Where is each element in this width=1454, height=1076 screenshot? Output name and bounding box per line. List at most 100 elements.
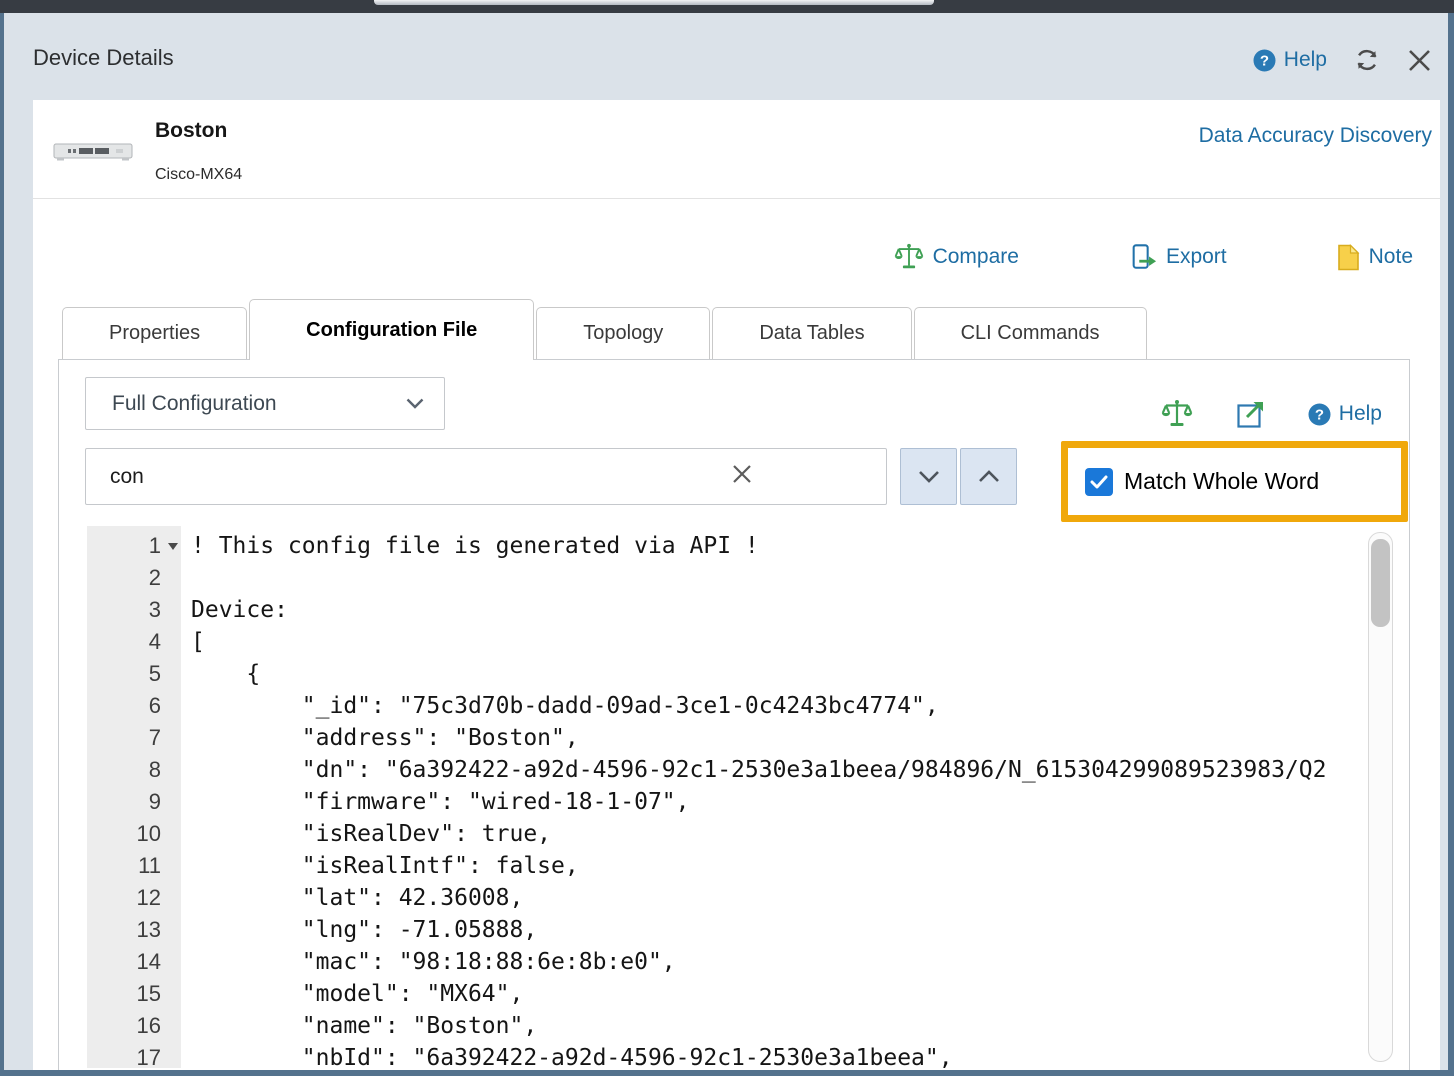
- note-icon: [1337, 244, 1360, 271]
- note-button[interactable]: Note: [1337, 244, 1413, 271]
- config-code-viewer: 1! This config file is generated via API…: [87, 526, 1393, 1068]
- line-number: 10: [87, 818, 181, 850]
- scrollbar-thumb[interactable]: [1371, 539, 1390, 627]
- match-whole-word-label: Match Whole Word: [1124, 468, 1319, 495]
- line-number: 14: [87, 946, 181, 978]
- code-text: "address": "Boston",: [181, 722, 579, 754]
- match-whole-word-highlight: Match Whole Word: [1061, 441, 1408, 522]
- code-line: 13 "lng": -71.05888,: [87, 914, 1367, 946]
- code-text: "nbId": "6a392422-a92d-4596-92c1-2530e3a…: [181, 1042, 953, 1068]
- code-text: "name": "Boston",: [181, 1010, 537, 1042]
- tab-configuration-file[interactable]: Configuration File: [249, 299, 534, 360]
- device-name: Boston: [155, 119, 227, 143]
- note-label: Note: [1369, 245, 1413, 269]
- code-line: 10 "isRealDev": true,: [87, 818, 1367, 850]
- code-text: "firmware": "wired-18-1-07",: [181, 786, 690, 818]
- code-text: "_id": "75c3d70b-dadd-09ad-3ce1-0c4243bc…: [181, 690, 939, 722]
- code-line: 1! This config file is generated via API…: [87, 530, 1367, 562]
- code-line: 4[: [87, 626, 1367, 658]
- help-icon: ?: [1308, 403, 1331, 426]
- export-label: Export: [1166, 245, 1227, 269]
- line-number: 15: [87, 978, 181, 1010]
- code-rows: 1! This config file is generated via API…: [87, 530, 1367, 1068]
- code-text: {: [181, 658, 260, 690]
- check-icon: [1090, 475, 1108, 489]
- data-accuracy-discovery-link[interactable]: Data Accuracy Discovery: [1199, 124, 1432, 148]
- device-image-icon: [53, 136, 133, 166]
- tab-data-tables[interactable]: Data Tables: [712, 307, 911, 359]
- code-text: [: [181, 626, 205, 658]
- device-details-card: Boston Cisco-MX64 Data Accuracy Discover…: [33, 100, 1440, 1070]
- browser-topbar: [0, 0, 1454, 13]
- tab-topology[interactable]: Topology: [536, 307, 710, 359]
- device-model: Cisco-MX64: [155, 166, 242, 184]
- compare-button[interactable]: Compare: [894, 242, 1019, 272]
- line-number: 3: [87, 594, 181, 626]
- line-number: 12: [87, 882, 181, 914]
- code-line: 5 {: [87, 658, 1367, 690]
- export-button[interactable]: Export: [1129, 243, 1227, 271]
- line-number: 8: [87, 754, 181, 786]
- code-text: ! This config file is generated via API …: [181, 530, 759, 562]
- close-icon[interactable]: [1407, 48, 1432, 73]
- compare-config-icon[interactable]: [1161, 398, 1193, 430]
- line-number: 13: [87, 914, 181, 946]
- code-text: [181, 562, 191, 594]
- code-text: "isRealIntf": false,: [181, 850, 579, 882]
- code-line: 6 "_id": "75c3d70b-dadd-09ad-3ce1-0c4243…: [87, 690, 1367, 722]
- tab-properties[interactable]: Properties: [62, 307, 247, 359]
- search-clear-icon[interactable]: [731, 463, 753, 485]
- line-number: 5: [87, 658, 181, 690]
- code-line: 11 "isRealIntf": false,: [87, 850, 1367, 882]
- line-number: 4: [87, 626, 181, 658]
- svg-text:?: ?: [1315, 406, 1324, 423]
- export-icon: [1129, 243, 1157, 271]
- browser-tab-remnant: [374, 0, 934, 5]
- svg-text:?: ?: [1260, 52, 1269, 69]
- panel-help-label: Help: [1339, 402, 1382, 426]
- collapse-triangle-icon[interactable]: [168, 543, 178, 550]
- code-text: "mac": "98:18:88:6e:8b:e0",: [181, 946, 676, 978]
- code-line: 12 "lat": 42.36008,: [87, 882, 1367, 914]
- screenshot-frame: Device Details ? Help: [0, 0, 1454, 1076]
- config-scope-value: Full Configuration: [112, 392, 277, 416]
- line-number: 16: [87, 1010, 181, 1042]
- help-label: Help: [1284, 48, 1327, 72]
- panel-help-link[interactable]: ? Help: [1308, 402, 1382, 426]
- code-line: 17 "nbId": "6a392422-a92d-4596-92c1-2530…: [87, 1042, 1367, 1068]
- code-line: 9 "firmware": "wired-18-1-07",: [87, 786, 1367, 818]
- tab-cli-commands[interactable]: CLI Commands: [914, 307, 1147, 359]
- scales-icon: [894, 242, 924, 272]
- config-scope-select[interactable]: Full Configuration: [85, 377, 445, 430]
- help-icon: ?: [1253, 49, 1276, 72]
- line-number: 11: [87, 850, 181, 882]
- code-line: 14 "mac": "98:18:88:6e:8b:e0",: [87, 946, 1367, 978]
- code-text: Device:: [181, 594, 288, 626]
- code-text: "lng": -71.05888,: [181, 914, 537, 946]
- code-line: 16 "name": "Boston",: [87, 1010, 1367, 1042]
- frame-border-left: [0, 13, 4, 1076]
- find-previous-button[interactable]: [960, 448, 1017, 505]
- chevron-down-icon: [406, 398, 424, 409]
- code-text: "isRealDev": true,: [181, 818, 551, 850]
- device-header: Boston Cisco-MX64 Data Accuracy Discover…: [33, 100, 1440, 199]
- code-line: 3Device:: [87, 594, 1367, 626]
- search-input[interactable]: [85, 448, 887, 505]
- find-next-button[interactable]: [900, 448, 957, 505]
- frame-border-right: [1448, 13, 1454, 1076]
- open-external-icon[interactable]: [1235, 399, 1266, 430]
- line-number: 6: [87, 690, 181, 722]
- refresh-icon[interactable]: [1353, 46, 1381, 74]
- dialog-help-link[interactable]: ? Help: [1253, 48, 1327, 72]
- match-whole-word-checkbox[interactable]: [1085, 468, 1113, 496]
- code-line: 7 "address": "Boston",: [87, 722, 1367, 754]
- code-text: "model": "MX64",: [181, 978, 523, 1010]
- tab-strip: PropertiesConfiguration FileTopologyData…: [62, 299, 1147, 359]
- line-number: 2: [87, 562, 181, 594]
- dialog-title: Device Details: [33, 45, 174, 71]
- line-number: 1: [87, 530, 181, 562]
- vertical-scrollbar[interactable]: [1368, 532, 1393, 1062]
- code-line: 2: [87, 562, 1367, 594]
- line-number: 7: [87, 722, 181, 754]
- code-line: 8 "dn": "6a392422-a92d-4596-92c1-2530e3a…: [87, 754, 1367, 786]
